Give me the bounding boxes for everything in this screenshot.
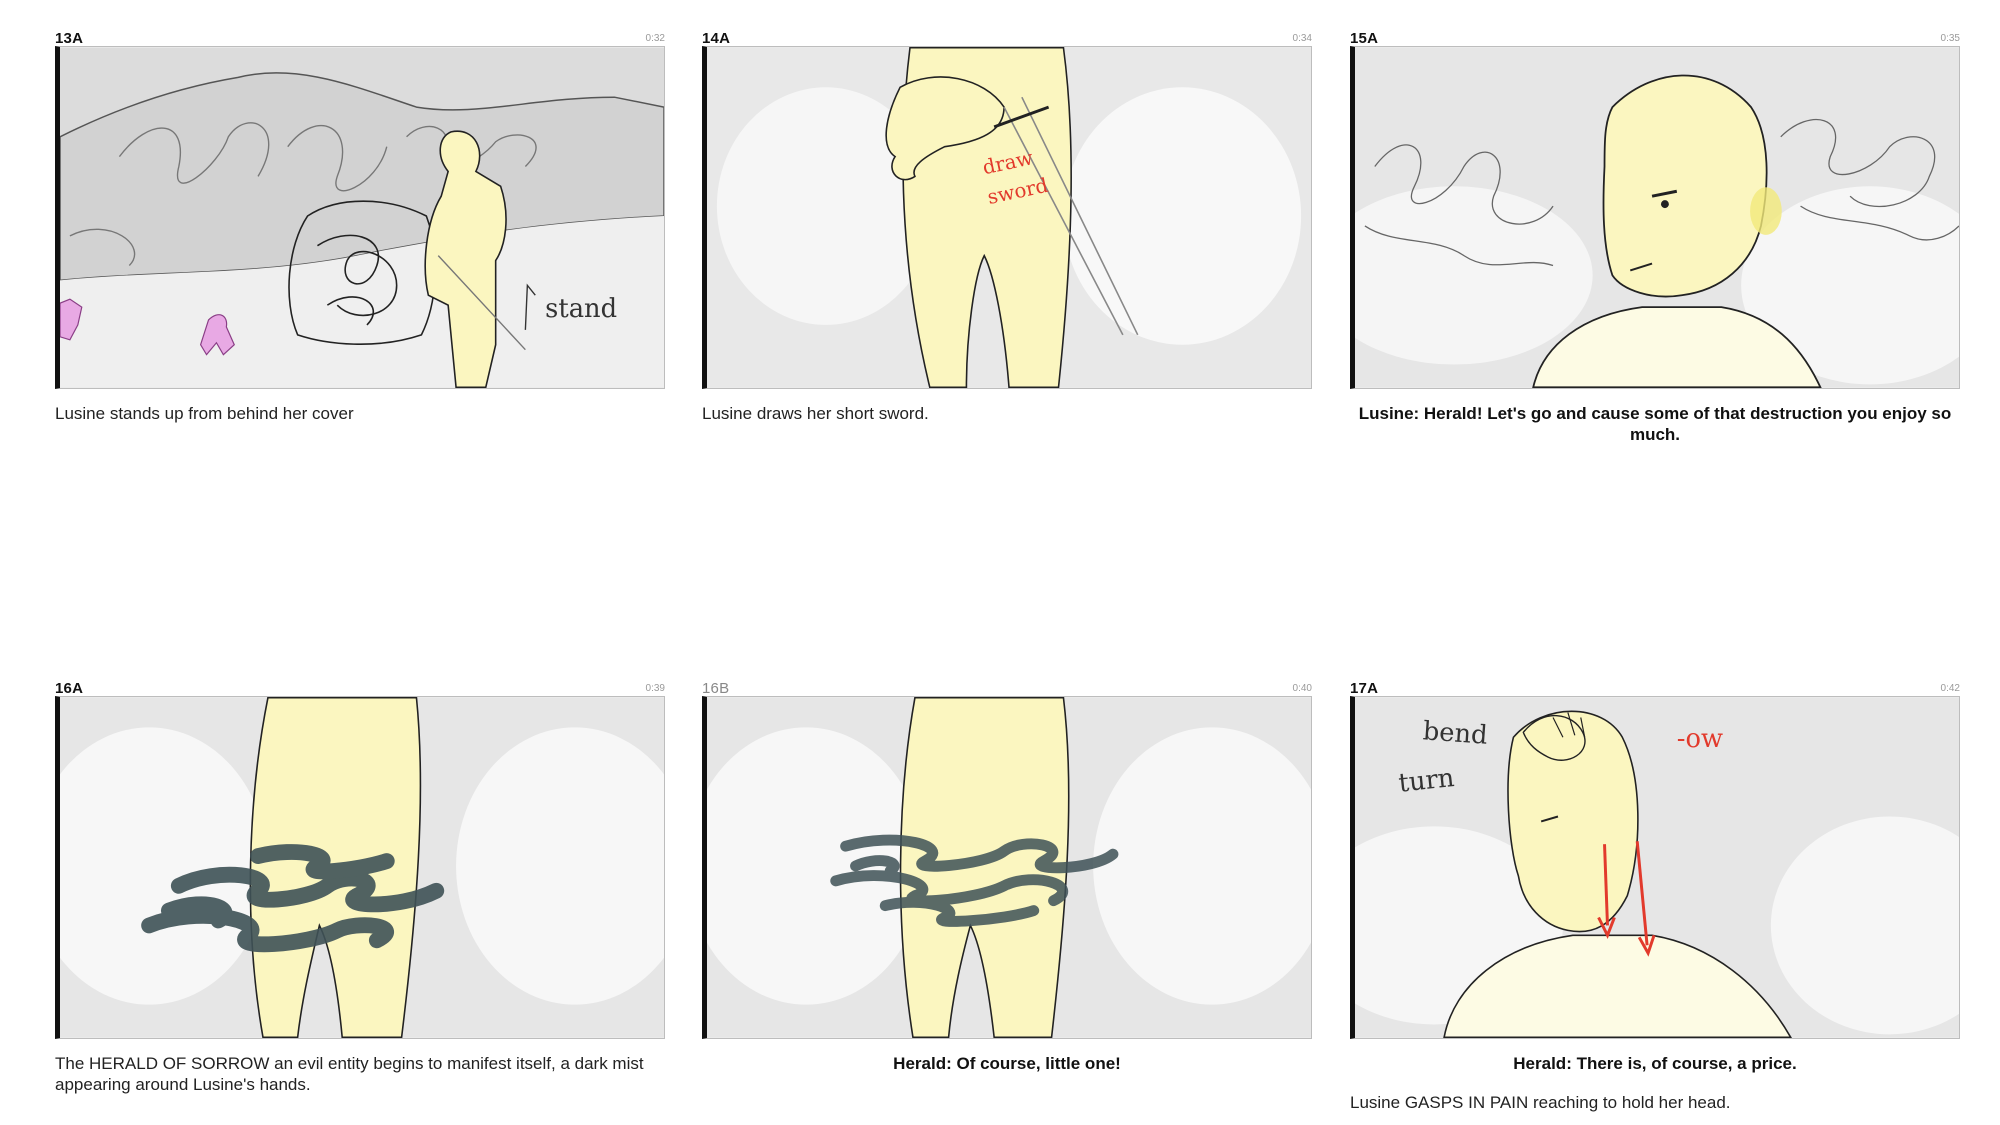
sketch-16b [707, 697, 1311, 1038]
shot-timestamp: 0:32 [645, 33, 665, 44]
shot-number: 14A [702, 30, 731, 47]
panel-header: 14A 0:34 [702, 30, 1312, 47]
panel-frame[interactable]: stand [55, 46, 665, 389]
panel-header: 15A 0:35 [1350, 30, 1960, 47]
shot-timestamp: 0:42 [1940, 683, 1960, 694]
panel-frame[interactable]: bend turn -ow [1350, 696, 1960, 1039]
panel-header: 16A 0:39 [55, 680, 665, 697]
sketch-15a [1355, 47, 1959, 388]
panel-header: 17A 0:42 [1350, 680, 1960, 697]
panel-13a[interactable]: 13A 0:32 stand Lusine stands up from beh… [55, 30, 665, 424]
shot-timestamp: 0:35 [1940, 33, 1960, 44]
panel-caption: Lusine: Herald! Let's go and cause some … [1358, 404, 1952, 444]
sketch-17a: bend turn -ow [1355, 697, 1959, 1038]
panel-caption: The HERALD OF SORROW an evil entity begi… [55, 1054, 644, 1094]
panel-caption: Herald: There is, of course, a price. [1513, 1054, 1797, 1073]
panel-frame[interactable] [1350, 46, 1960, 389]
panel-caption: Lusine draws her short sword. [702, 404, 929, 423]
annotation-bend: bend [1422, 716, 1489, 750]
panel-frame[interactable] [702, 696, 1312, 1039]
shot-timestamp: 0:40 [1292, 683, 1312, 694]
shot-number: 13A [55, 30, 84, 47]
panel-frame[interactable]: draw sword [702, 46, 1312, 389]
panel-14a[interactable]: 14A 0:34 draw sword Lusine draws her sho… [702, 30, 1312, 424]
panel-15a[interactable]: 15A 0:35 Lusine: Herald! Let's go and ca… [1350, 30, 1960, 445]
panel-caption-secondary: Lusine GASPS IN PAIN reaching to hold he… [1350, 1093, 1731, 1112]
sketch-13a: stand [60, 47, 664, 388]
panel-frame[interactable] [55, 696, 665, 1039]
annotation-stand: stand [545, 294, 617, 324]
sketch-14a: draw sword [707, 47, 1311, 388]
shot-timestamp: 0:39 [645, 683, 665, 694]
shot-number: 16B [702, 680, 730, 697]
panel-header: 13A 0:32 [55, 30, 665, 47]
panel-caption: Herald: Of course, little one! [893, 1054, 1121, 1073]
annotation-turn: turn [1397, 763, 1456, 799]
panel-17a[interactable]: 17A 0:42 bend turn -ow Herald: There is,… [1350, 680, 1960, 1113]
panel-caption: Lusine stands up from behind her cover [55, 404, 354, 423]
shot-timestamp: 0:34 [1292, 33, 1312, 44]
shot-number: 17A [1350, 680, 1379, 697]
storyboard: 13A 0:32 stand Lusine stands up from beh… [0, 0, 2000, 1125]
panel-16b[interactable]: 16B 0:40 Herald: Of course, little one! [702, 680, 1312, 1074]
shot-number: 15A [1350, 30, 1379, 47]
panel-header: 16B 0:40 [702, 680, 1312, 697]
panel-16a[interactable]: 16A 0:39 The HERALD OF SORROW an evil en… [55, 680, 665, 1095]
sketch-16a [60, 697, 664, 1038]
annotation-ow: -ow [1677, 724, 1723, 754]
shot-number: 16A [55, 680, 84, 697]
